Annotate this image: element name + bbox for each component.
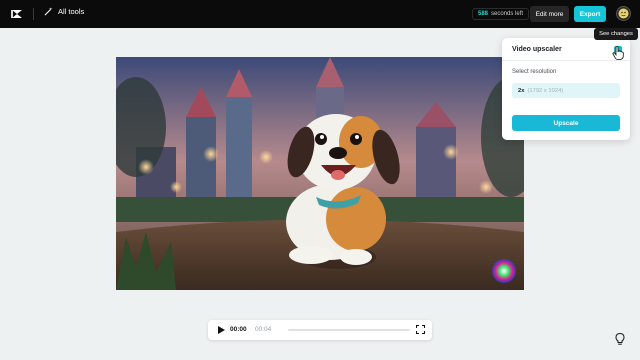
resolution-value: 2x [518, 87, 525, 94]
time-remaining-value: 588 [478, 11, 489, 17]
video-frame-image [116, 57, 524, 290]
panel-title: Video upscaler [512, 46, 562, 53]
resolution-detail: (1792 x 1024) [527, 87, 564, 94]
resolution-select[interactable]: 2x (1792 x 1024) [512, 83, 620, 98]
total-time: 00:04 [255, 326, 272, 333]
all-tools-label: All tools [58, 7, 85, 16]
upscale-button[interactable]: Upscale [512, 115, 620, 131]
fullscreen-icon[interactable] [416, 325, 425, 334]
video-preview[interactable] [116, 57, 524, 290]
panel-divider [502, 60, 630, 61]
video-upscaler-panel: Video upscaler Select resolution 2x (179… [502, 38, 630, 140]
see-changes-tooltip: See changes [594, 28, 638, 40]
lightbulb-icon[interactable] [613, 332, 627, 346]
hand-pointer-icon [612, 46, 624, 60]
time-remaining-suffix: seconds left [491, 11, 524, 17]
play-icon[interactable] [218, 326, 225, 334]
header-divider [33, 8, 34, 20]
magic-wand-icon [44, 7, 53, 16]
avatar-icon [618, 8, 629, 19]
progress-track[interactable] [288, 329, 410, 331]
current-time: 00:00 [230, 326, 247, 333]
video-player-controls: 00:00 00:04 [208, 320, 432, 340]
resolution-label: Select resolution [512, 69, 557, 75]
edit-more-button[interactable]: Edit more [530, 6, 569, 22]
all-tools-button[interactable]: All tools [44, 7, 84, 16]
avatar[interactable] [616, 6, 631, 21]
export-button[interactable]: Export [574, 6, 606, 22]
time-remaining-badge: 588 seconds left [472, 8, 530, 20]
top-bar: All tools 588 seconds left Edit more Exp… [0, 0, 640, 28]
capcut-logo-icon[interactable] [10, 7, 24, 21]
